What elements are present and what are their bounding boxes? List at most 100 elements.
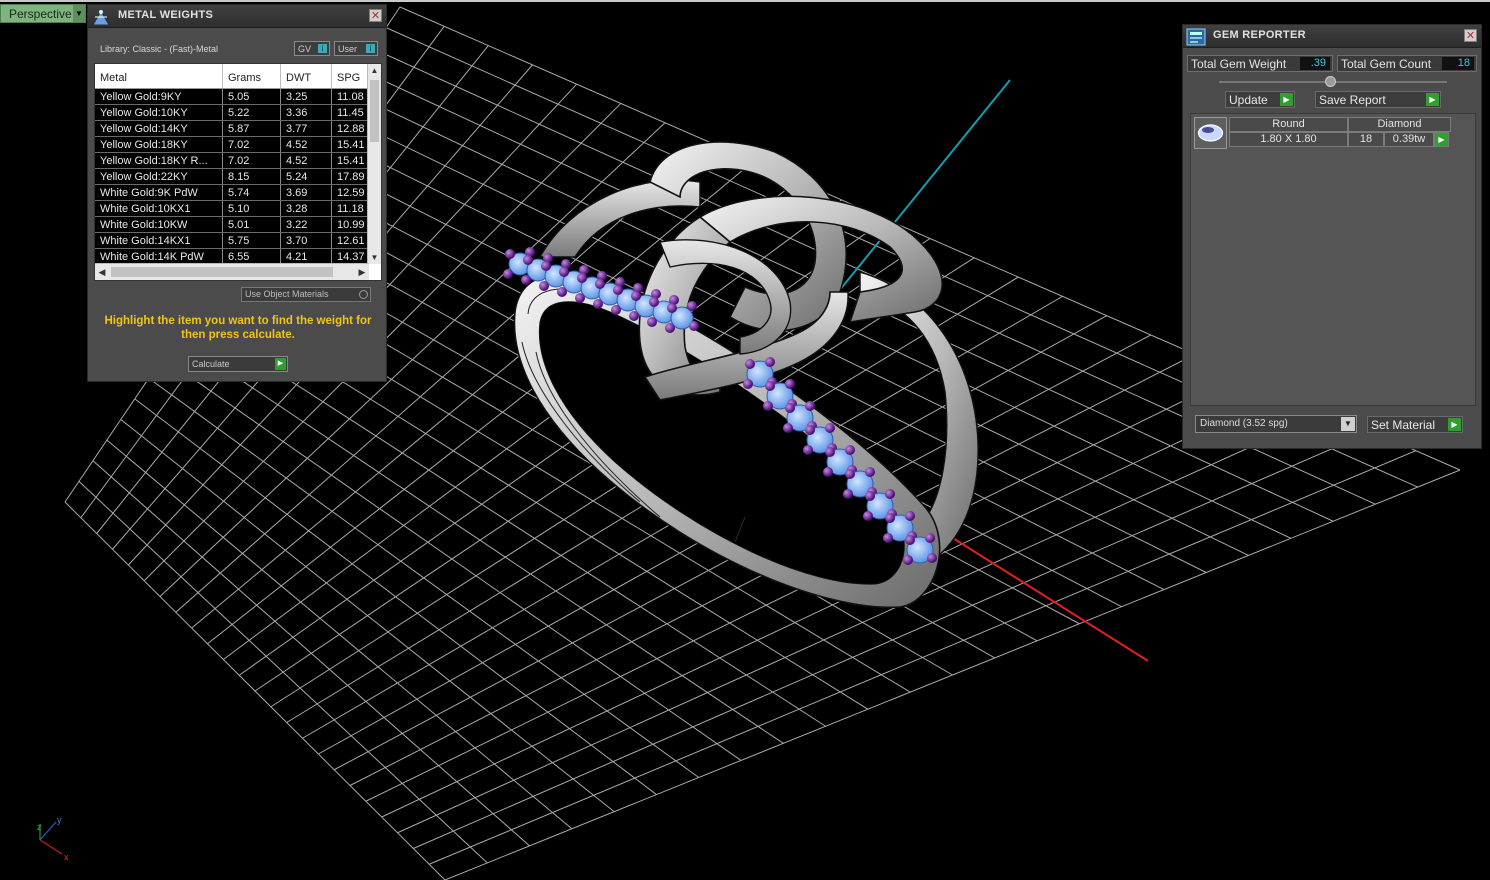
save-report-button[interactable]: Save Report ▶ [1315, 91, 1441, 108]
table-cell: 7.02 [223, 153, 281, 168]
horizontal-scrollbar[interactable]: ◀ ▶ [95, 263, 369, 280]
set-material-button[interactable]: Set Material ▶ [1367, 416, 1463, 433]
prong [595, 279, 605, 289]
table-row[interactable]: Yellow Gold:22KY 8.15 5.24 17.89 [95, 169, 369, 185]
table-row[interactable]: Yellow Gold:18KY R... 7.02 4.52 15.41 [95, 153, 369, 169]
column-header-grams[interactable]: Grams [223, 64, 281, 88]
metal-weights-panel: METAL WEIGHTS ✕ Library: Classic - (Fast… [87, 4, 387, 382]
gem-shape: Round [1229, 117, 1348, 132]
splitter-slider[interactable] [1219, 76, 1447, 87]
slider-knob[interactable] [1325, 76, 1336, 87]
prong [575, 293, 585, 303]
close-icon[interactable]: ✕ [1464, 29, 1477, 42]
table-cell: 8.15 [223, 169, 281, 184]
close-icon[interactable]: ✕ [369, 9, 382, 22]
table-cell: 4.52 [281, 153, 332, 168]
table-row[interactable]: White Gold:10KX1 5.10 3.28 11.18 [95, 201, 369, 217]
prong [783, 423, 793, 433]
table-row[interactable]: White Gold:10KW 5.01 3.22 10.99 [95, 217, 369, 233]
chevron-down-icon[interactable]: ▼ [1341, 417, 1355, 431]
prong [649, 297, 659, 307]
play-arrow-icon: ▶ [1280, 93, 1293, 106]
scroll-thumb[interactable] [370, 80, 379, 142]
column-header-spg[interactable]: SPG [332, 64, 369, 88]
table-cell: 3.77 [281, 121, 332, 136]
table-cell: White Gold:9K PdW [95, 185, 223, 200]
gem-weight: 0.39tw [1384, 132, 1434, 147]
gem-reporter-titlebar[interactable]: GEM REPORTER ✕ [1183, 25, 1481, 48]
set-material-label: Set Material [1371, 418, 1436, 432]
prong [885, 513, 895, 523]
table-row[interactable]: White Gold:9K PdW 5.74 3.69 12.59 [95, 185, 369, 201]
viewport-mode-label: Perspective [9, 6, 72, 21]
prong [905, 535, 915, 545]
scroll-left-icon[interactable]: ◀ [95, 264, 109, 280]
prong [667, 303, 677, 313]
table-cell: 5.05 [223, 89, 281, 104]
table-row[interactable]: White Gold:14KX1 5.75 3.70 12.61 [95, 233, 369, 249]
scroll-down-icon[interactable]: ▼ [368, 251, 381, 264]
table-cell: 12.61 [332, 233, 369, 248]
prong [865, 467, 875, 477]
table-cell: White Gold:10KW [95, 217, 223, 232]
table-cell: 3.36 [281, 105, 332, 120]
total-gem-weight-field: Total Gem Weight .39 [1187, 55, 1333, 72]
prong [557, 287, 567, 297]
prong [823, 467, 833, 477]
prong [785, 379, 795, 389]
table-cell: Yellow Gold:22KY [95, 169, 223, 184]
table-header: Metal Grams DWT SPG [95, 64, 369, 89]
play-arrow-icon: ▶ [1426, 93, 1439, 106]
prong [805, 401, 815, 411]
viewport-mode-selector[interactable]: Perspective ▼ [0, 4, 86, 23]
table-cell: 4.21 [281, 249, 332, 264]
table-row[interactable]: Yellow Gold:10KY 5.22 3.36 11.45 [95, 105, 369, 121]
table-cell: 5.24 [281, 169, 332, 184]
table-cell: 12.88 [332, 121, 369, 136]
column-header-dwt[interactable]: DWT [281, 64, 332, 88]
use-object-materials-toggle[interactable]: Use Object Materials [241, 287, 371, 302]
user-toggle-label: User [338, 43, 358, 54]
prong [665, 323, 675, 333]
calculate-button[interactable]: Calculate ▶ [188, 356, 288, 372]
ring-model [503, 141, 979, 609]
toggle-indicator-icon: i [318, 44, 327, 53]
play-arrow-icon: ▶ [275, 358, 286, 370]
material-select[interactable]: Diamond (3.52 spg) ▼ [1195, 415, 1357, 433]
total-gem-count-label: Total Gem Count [1341, 57, 1432, 71]
table-row[interactable]: Yellow Gold:9KY 5.05 3.25 11.08 [95, 89, 369, 105]
table-row[interactable]: Yellow Gold:18KY 7.02 4.52 15.41 [95, 137, 369, 153]
gem-list: Round Diamond 1.80 X 1.80 18 0.39tw ▶ [1190, 113, 1476, 406]
prong [865, 491, 875, 501]
prong [503, 269, 513, 279]
play-arrow-icon: ▶ [1448, 418, 1461, 431]
prong [763, 401, 773, 411]
list-item[interactable]: Round Diamond 1.80 X 1.80 18 0.39tw ▶ [1194, 117, 1451, 149]
vertical-scrollbar[interactable]: ▲ ▼ [367, 64, 381, 264]
table-cell: 3.22 [281, 217, 332, 232]
gem-size: 1.80 X 1.80 [1229, 132, 1348, 147]
metal-weights-titlebar[interactable]: METAL WEIGHTS ✕ [88, 5, 386, 28]
gv-toggle[interactable]: GV i [294, 41, 330, 56]
gem-reporter-panel: GEM REPORTER ✕ Total Gem Weight .39 Tota… [1182, 24, 1482, 449]
update-button[interactable]: Update ▶ [1225, 91, 1295, 108]
prong [863, 511, 873, 521]
play-arrow-icon[interactable]: ▶ [1434, 132, 1449, 147]
round-gem-icon [1197, 124, 1224, 142]
prong [885, 489, 895, 499]
column-header-metal[interactable]: Metal [95, 64, 223, 88]
material-select-value: Diamond (3.52 spg) [1200, 418, 1288, 429]
table-cell: White Gold:14K PdW [95, 249, 223, 264]
z-axis-label: z [37, 822, 42, 832]
scroll-up-icon[interactable]: ▲ [368, 64, 381, 77]
scroll-right-icon[interactable]: ▶ [355, 264, 369, 280]
chevron-down-icon[interactable]: ▼ [73, 5, 85, 22]
table-cell: 14.37 [332, 249, 369, 264]
table-row[interactable]: Yellow Gold:14KY 5.87 3.77 12.88 [95, 121, 369, 137]
table-cell: Yellow Gold:18KY R... [95, 153, 223, 168]
scroll-thumb[interactable] [111, 267, 333, 277]
table-cell: Yellow Gold:18KY [95, 137, 223, 152]
user-toggle[interactable]: User i [334, 41, 378, 56]
table-cell: 3.69 [281, 185, 332, 200]
prong [523, 255, 533, 265]
